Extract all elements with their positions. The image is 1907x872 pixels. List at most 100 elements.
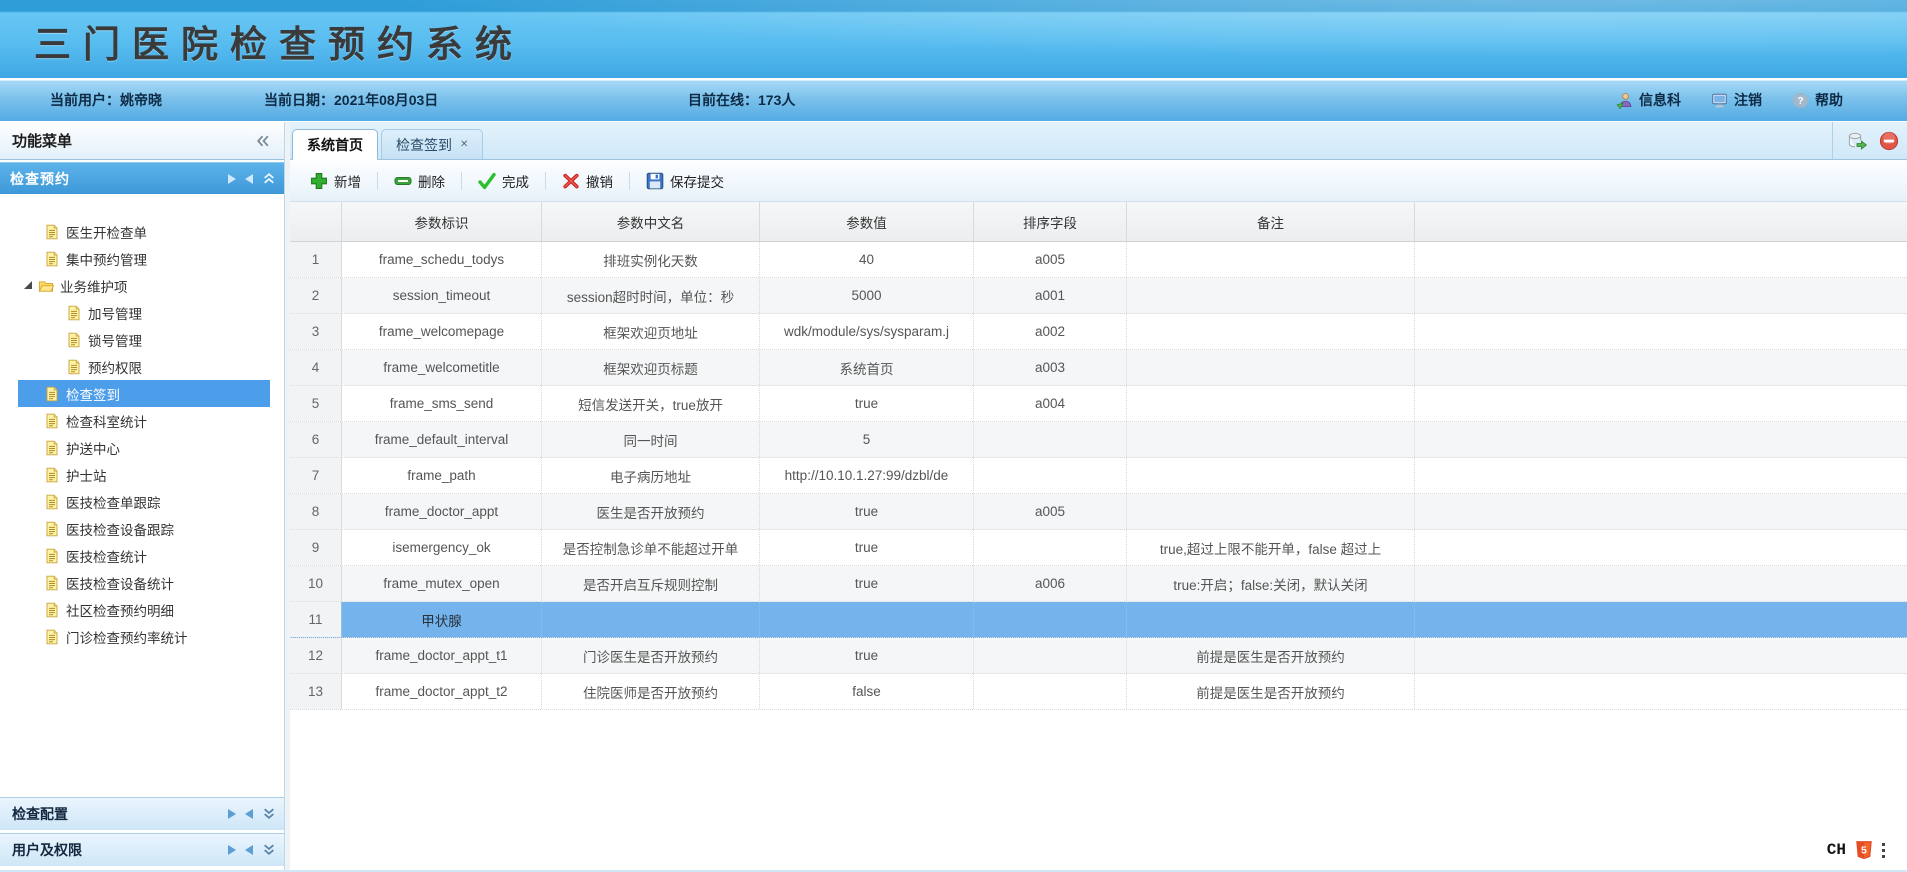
- cell-备注: [1127, 386, 1415, 421]
- cell-参数标识: frame_welcomepage: [342, 314, 542, 349]
- table-row-4[interactable]: 4frame_welcometitle框架欢迎页标题系统首页a003: [290, 350, 1907, 386]
- table-row-8[interactable]: 8frame_doctor_appt医生是否开放预约truea005: [290, 494, 1907, 530]
- document-icon: [44, 548, 60, 564]
- sidebar-item-集中预约管理[interactable]: 集中预约管理: [18, 245, 270, 272]
- tree-expander-icon[interactable]: [24, 281, 32, 289]
- ime-grip-handle[interactable]: [1882, 843, 1885, 858]
- toolbar-button-删除[interactable]: 删除: [386, 167, 453, 195]
- row-number: 11: [290, 602, 342, 637]
- table-row-11[interactable]: 11甲状腺: [290, 602, 1907, 638]
- sidebar-collapse-icon[interactable]: [252, 131, 272, 151]
- tab-close-icon[interactable]: ✕: [460, 139, 468, 150]
- help-icon: ?: [1792, 92, 1809, 109]
- panel-header-exam-appointment[interactable]: 检查预约: [0, 162, 284, 194]
- sidebar-item-检查签到[interactable]: 检查签到: [18, 380, 270, 407]
- cell-参数标识: isemergency_ok: [342, 530, 542, 565]
- panel-next-icon[interactable]: [228, 809, 236, 819]
- tab-系统首页[interactable]: 系统首页: [292, 129, 378, 160]
- cell-备注: [1127, 458, 1415, 493]
- cell-参数标识: frame_doctor_appt: [342, 494, 542, 529]
- panel-collapse-up-icon[interactable]: [262, 172, 276, 185]
- sidebar-item-社区检查预约明细[interactable]: 社区检查预约明细: [18, 596, 270, 623]
- panel-prev-icon[interactable]: [245, 174, 253, 184]
- table-row-7[interactable]: 7frame_path电子病历地址http://10.10.1.27:99/dz…: [290, 458, 1907, 494]
- table-row-2[interactable]: 2session_timeoutsession超时时间，单位：秒5000a001: [290, 278, 1907, 314]
- sidebar-item-医技检查统计[interactable]: 医技检查统计: [18, 542, 270, 569]
- sidebar-tree: 医生开检查单集中预约管理业务维护项加号管理锁号管理预约权限检查签到检查科室统计护…: [0, 194, 284, 790]
- table-row-12[interactable]: 12frame_doctor_appt_t1门诊医生是否开放预约true前提是医…: [290, 638, 1907, 674]
- panel-header-exam-config[interactable]: 检查配置: [0, 797, 284, 830]
- column-header-参数中文名[interactable]: 参数中文名: [542, 202, 760, 241]
- cell-备注: [1127, 602, 1415, 637]
- tree-item-label: 业务维护项: [60, 276, 128, 296]
- toolbar-button-完成[interactable]: 完成: [470, 167, 537, 195]
- cell-参数值: 系统首页: [760, 350, 974, 385]
- panel-prev-icon[interactable]: [245, 845, 253, 855]
- toolbar-button-保存提交[interactable]: 保存提交: [638, 167, 732, 195]
- panel-expand-down-icon[interactable]: [262, 807, 276, 820]
- sidebar-item-护送中心[interactable]: 护送中心: [18, 434, 270, 461]
- statusbar-link-信息科[interactable]: 信息科: [1616, 90, 1681, 110]
- panel-next-icon[interactable]: [228, 845, 236, 855]
- ime-indicator[interactable]: CH 5: [1827, 840, 1885, 860]
- sidebar-item-业务维护项[interactable]: 业务维护项: [18, 272, 270, 299]
- panel-next-icon[interactable]: [228, 174, 236, 184]
- tree-item-label: 护送中心: [66, 438, 120, 458]
- cell-参数标识: frame_mutex_open: [342, 566, 542, 601]
- grid-header-rownum: [290, 202, 342, 241]
- monitor-icon: [1711, 92, 1728, 109]
- table-row-3[interactable]: 3frame_welcomepage框架欢迎页地址wdk/module/sys/…: [290, 314, 1907, 350]
- cell-排序字段: [974, 458, 1127, 493]
- table-row-10[interactable]: 10frame_mutex_open是否开启互斥规则控制truea006true…: [290, 566, 1907, 602]
- grid-body: 1frame_schedu_todys排班实例化天数40a0052session…: [290, 242, 1907, 710]
- panel-expand-down-icon[interactable]: [262, 843, 276, 856]
- sidebar-item-医生开检查单[interactable]: 医生开检查单: [18, 218, 270, 245]
- table-row-1[interactable]: 1frame_schedu_todys排班实例化天数40a005: [290, 242, 1907, 278]
- tree-item-label: 门诊检查预约率统计: [66, 627, 188, 647]
- sidebar: 功能菜单 检查预约 医生开检查单集中预约管理业务维护项加号管理锁号管理预约权限检…: [0, 122, 285, 872]
- table-row-9[interactable]: 9isemergency_ok是否控制急诊单不能超过开单truetrue,超过上…: [290, 530, 1907, 566]
- sidebar-item-护士站[interactable]: 护士站: [18, 461, 270, 488]
- row-number: 3: [290, 314, 342, 349]
- sidebar-item-门诊检查预约率统计[interactable]: 门诊检查预约率统计: [18, 623, 270, 650]
- sidebar-item-加号管理[interactable]: 加号管理: [18, 299, 270, 326]
- calendar-icon: [240, 92, 257, 109]
- sidebar-item-医技检查设备跟踪[interactable]: 医技检查设备跟踪: [18, 515, 270, 542]
- sidebar-item-锁号管理[interactable]: 锁号管理: [18, 326, 270, 353]
- table-row-5[interactable]: 5frame_sms_send短信发送开关，true放开truea004: [290, 386, 1907, 422]
- ime-language-label[interactable]: CH: [1827, 841, 1846, 859]
- statusbar-link-注销[interactable]: 注销: [1711, 90, 1762, 110]
- cell-参数值: 5000: [760, 278, 974, 313]
- user-arrow-icon: [1616, 92, 1633, 109]
- close-panel-icon[interactable]: [1879, 131, 1899, 151]
- toolbar-button-label: 新增: [334, 171, 361, 191]
- sidebar-item-医技检查单跟踪[interactable]: 医技检查单跟踪: [18, 488, 270, 515]
- statusbar-link-帮助[interactable]: ?帮助: [1792, 90, 1843, 110]
- column-header-备注[interactable]: 备注: [1127, 202, 1415, 241]
- cell-排序字段: [974, 602, 1127, 637]
- toolbar-button-label: 撤销: [586, 171, 613, 191]
- column-header-参数标识[interactable]: 参数标识: [342, 202, 542, 241]
- cell-参数中文名: 框架欢迎页地址: [542, 314, 760, 349]
- sidebar-item-预约权限[interactable]: 预约权限: [18, 353, 270, 380]
- panel-prev-icon[interactable]: [245, 809, 253, 819]
- table-row-13[interactable]: 13frame_doctor_appt_t2住院医师是否开放预约false前提是…: [290, 674, 1907, 710]
- cell-参数标识: session_timeout: [342, 278, 542, 313]
- row-number: 9: [290, 530, 342, 565]
- toolbar-button-新增[interactable]: 新增: [302, 167, 369, 195]
- table-row-6[interactable]: 6frame_default_interval同一时间5: [290, 422, 1907, 458]
- cell-参数标识: frame_doctor_appt_t1: [342, 638, 542, 673]
- sidebar-item-医技检查设备统计[interactable]: 医技检查设备统计: [18, 569, 270, 596]
- refresh-data-icon[interactable]: [1847, 131, 1867, 151]
- current-user-label: 当前用户：姚帝晓: [50, 90, 162, 110]
- toolbar-button-撤销[interactable]: 撤销: [554, 167, 621, 195]
- tree-item-label: 医技检查单跟踪: [66, 492, 161, 512]
- parameters-grid: 参数标识参数中文名参数值排序字段备注 1frame_schedu_todys排班…: [290, 202, 1907, 872]
- tab-检查签到[interactable]: 检查签到✕: [381, 129, 483, 159]
- sidebar-item-检查科室统计[interactable]: 检查科室统计: [18, 407, 270, 434]
- panel-header-users-permissions[interactable]: 用户及权限: [0, 833, 284, 866]
- column-header-排序字段[interactable]: 排序字段: [974, 202, 1127, 241]
- cell-参数中文名: 住院医师是否开放预约: [542, 674, 760, 709]
- statusbar-link-label: 注销: [1734, 90, 1762, 110]
- column-header-参数值[interactable]: 参数值: [760, 202, 974, 241]
